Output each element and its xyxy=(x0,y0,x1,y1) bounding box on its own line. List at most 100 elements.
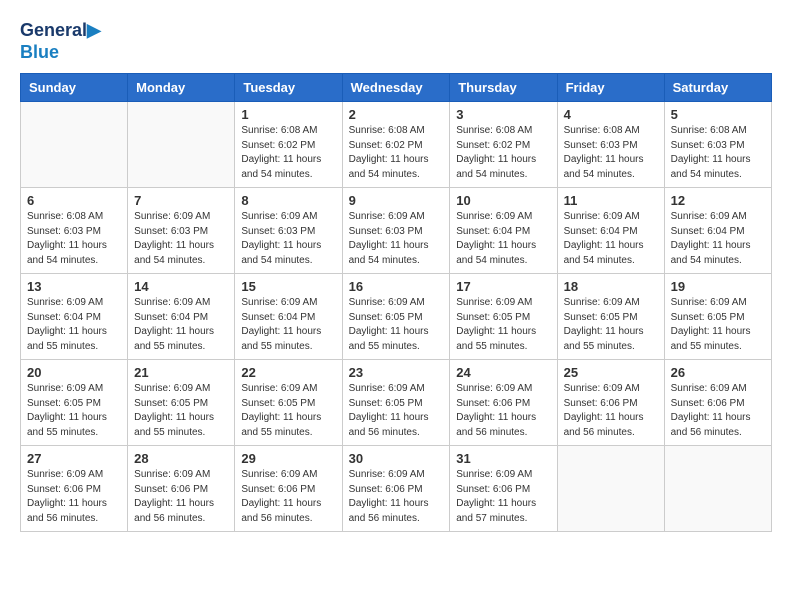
calendar-day-cell: 26 Sunrise: 6:09 AM Sunset: 6:06 PM Dayli… xyxy=(664,360,771,446)
calendar-day-cell: 9 Sunrise: 6:09 AM Sunset: 6:03 PM Daylig… xyxy=(342,188,450,274)
weekday-header-wednesday: Wednesday xyxy=(342,74,450,102)
day-number: 19 xyxy=(671,279,765,294)
day-number: 29 xyxy=(241,451,335,466)
day-info: Sunrise: 6:09 AM Sunset: 6:04 PM Dayligh… xyxy=(27,296,121,354)
day-info: Sunrise: 6:09 AM Sunset: 6:04 PM Dayligh… xyxy=(671,210,765,268)
day-number: 18 xyxy=(564,279,658,294)
day-info: Sunrise: 6:08 AM Sunset: 6:02 PM Dayligh… xyxy=(349,124,444,182)
day-number: 15 xyxy=(241,279,335,294)
calendar-week-row: 27 Sunrise: 6:09 AM Sunset: 6:06 PM Dayli… xyxy=(21,446,772,532)
day-number: 28 xyxy=(134,451,228,466)
weekday-header-sunday: Sunday xyxy=(21,74,128,102)
day-info: Sunrise: 6:09 AM Sunset: 6:06 PM Dayligh… xyxy=(27,468,121,526)
day-number: 7 xyxy=(134,193,228,208)
weekday-header-monday: Monday xyxy=(128,74,235,102)
calendar-day-cell: 23 Sunrise: 6:09 AM Sunset: 6:05 PM Dayli… xyxy=(342,360,450,446)
day-info: Sunrise: 6:09 AM Sunset: 6:06 PM Dayligh… xyxy=(241,468,335,526)
weekday-header-saturday: Saturday xyxy=(664,74,771,102)
day-number: 10 xyxy=(456,193,550,208)
day-info: Sunrise: 6:09 AM Sunset: 6:03 PM Dayligh… xyxy=(349,210,444,268)
day-number: 21 xyxy=(134,365,228,380)
day-number: 30 xyxy=(349,451,444,466)
day-info: Sunrise: 6:09 AM Sunset: 6:04 PM Dayligh… xyxy=(564,210,658,268)
calendar-day-cell: 14 Sunrise: 6:09 AM Sunset: 6:04 PM Dayli… xyxy=(128,274,235,360)
day-number: 22 xyxy=(241,365,335,380)
calendar-day-cell: 6 Sunrise: 6:08 AM Sunset: 6:03 PM Daylig… xyxy=(21,188,128,274)
day-number: 4 xyxy=(564,107,658,122)
page-header: General▶ Blue xyxy=(20,20,772,63)
calendar-day-cell: 30 Sunrise: 6:09 AM Sunset: 6:06 PM Dayli… xyxy=(342,446,450,532)
calendar-day-cell: 27 Sunrise: 6:09 AM Sunset: 6:06 PM Dayli… xyxy=(21,446,128,532)
day-number: 20 xyxy=(27,365,121,380)
day-info: Sunrise: 6:08 AM Sunset: 6:02 PM Dayligh… xyxy=(241,124,335,182)
calendar-day-cell: 11 Sunrise: 6:09 AM Sunset: 6:04 PM Dayli… xyxy=(557,188,664,274)
day-info: Sunrise: 6:09 AM Sunset: 6:04 PM Dayligh… xyxy=(241,296,335,354)
calendar-day-cell xyxy=(128,102,235,188)
day-info: Sunrise: 6:09 AM Sunset: 6:04 PM Dayligh… xyxy=(134,296,228,354)
calendar-day-cell: 20 Sunrise: 6:09 AM Sunset: 6:05 PM Dayli… xyxy=(21,360,128,446)
day-info: Sunrise: 6:09 AM Sunset: 6:03 PM Dayligh… xyxy=(134,210,228,268)
calendar-day-cell: 5 Sunrise: 6:08 AM Sunset: 6:03 PM Daylig… xyxy=(664,102,771,188)
day-number: 14 xyxy=(134,279,228,294)
calendar-day-cell xyxy=(664,446,771,532)
day-number: 8 xyxy=(241,193,335,208)
day-number: 26 xyxy=(671,365,765,380)
calendar-day-cell: 19Sunrise: 6:09 AM Sunset: 6:05 PM Dayli… xyxy=(664,274,771,360)
calendar-day-cell: 25 Sunrise: 6:09 AM Sunset: 6:06 PM Dayli… xyxy=(557,360,664,446)
weekday-header-tuesday: Tuesday xyxy=(235,74,342,102)
day-number: 2 xyxy=(349,107,444,122)
day-info: Sunrise: 6:09 AM Sunset: 6:05 PM Dayligh… xyxy=(349,296,444,354)
day-number: 9 xyxy=(349,193,444,208)
calendar-day-cell: 13 Sunrise: 6:09 AM Sunset: 6:04 PM Dayli… xyxy=(21,274,128,360)
calendar-day-cell xyxy=(557,446,664,532)
day-info: Sunrise: 6:09 AM Sunset: 6:06 PM Dayligh… xyxy=(564,382,658,440)
day-info: Sunrise: 6:09 AM Sunset: 6:05 PM Dayligh… xyxy=(241,382,335,440)
calendar-week-row: 20 Sunrise: 6:09 AM Sunset: 6:05 PM Dayli… xyxy=(21,360,772,446)
day-number: 31 xyxy=(456,451,550,466)
day-number: 25 xyxy=(564,365,658,380)
day-info: Sunrise: 6:09 AM Sunset: 6:04 PM Dayligh… xyxy=(456,210,550,268)
calendar-day-cell: 1Sunrise: 6:08 AM Sunset: 6:02 PM Daylig… xyxy=(235,102,342,188)
day-info: Sunrise: 6:09 AM Sunset: 6:05 PM Dayligh… xyxy=(456,296,550,354)
day-info: Sunrise: 6:09 AM Sunset: 6:05 PM Dayligh… xyxy=(27,382,121,440)
calendar-day-cell: 8 Sunrise: 6:09 AM Sunset: 6:03 PM Daylig… xyxy=(235,188,342,274)
calendar-day-cell: 21 Sunrise: 6:09 AM Sunset: 6:05 PM Dayli… xyxy=(128,360,235,446)
day-number: 3 xyxy=(456,107,550,122)
calendar-day-cell: 31 Sunrise: 6:09 AM Sunset: 6:06 PM Dayli… xyxy=(450,446,557,532)
day-number: 11 xyxy=(564,193,658,208)
calendar-day-cell: 22 Sunrise: 6:09 AM Sunset: 6:05 PM Dayli… xyxy=(235,360,342,446)
day-info: Sunrise: 6:09 AM Sunset: 6:03 PM Dayligh… xyxy=(241,210,335,268)
weekday-header-friday: Friday xyxy=(557,74,664,102)
calendar-day-cell: 4 Sunrise: 6:08 AM Sunset: 6:03 PM Daylig… xyxy=(557,102,664,188)
day-info: Sunrise: 6:08 AM Sunset: 6:03 PM Dayligh… xyxy=(564,124,658,182)
day-info: Sunrise: 6:08 AM Sunset: 6:03 PM Dayligh… xyxy=(27,210,121,268)
weekday-header-thursday: Thursday xyxy=(450,74,557,102)
day-number: 5 xyxy=(671,107,765,122)
day-info: Sunrise: 6:09 AM Sunset: 6:06 PM Dayligh… xyxy=(134,468,228,526)
calendar-day-cell: 15 Sunrise: 6:09 AM Sunset: 6:04 PM Dayli… xyxy=(235,274,342,360)
day-number: 6 xyxy=(27,193,121,208)
calendar-day-cell: 3Sunrise: 6:08 AM Sunset: 6:02 PM Daylig… xyxy=(450,102,557,188)
day-number: 16 xyxy=(349,279,444,294)
calendar-week-row: 6 Sunrise: 6:08 AM Sunset: 6:03 PM Daylig… xyxy=(21,188,772,274)
day-info: Sunrise: 6:09 AM Sunset: 6:06 PM Dayligh… xyxy=(671,382,765,440)
day-info: Sunrise: 6:09 AM Sunset: 6:06 PM Dayligh… xyxy=(349,468,444,526)
calendar-day-cell: 17 Sunrise: 6:09 AM Sunset: 6:05 PM Dayli… xyxy=(450,274,557,360)
calendar-day-cell: 18 Sunrise: 6:09 AM Sunset: 6:05 PM Dayli… xyxy=(557,274,664,360)
day-info: Sunrise: 6:08 AM Sunset: 6:03 PM Dayligh… xyxy=(671,124,765,182)
day-number: 24 xyxy=(456,365,550,380)
day-info: Sunrise: 6:09 AM Sunset: 6:05 PM Dayligh… xyxy=(134,382,228,440)
day-number: 27 xyxy=(27,451,121,466)
day-number: 23 xyxy=(349,365,444,380)
day-info: Sunrise: 6:09 AM Sunset: 6:06 PM Dayligh… xyxy=(456,468,550,526)
calendar-day-cell: 7 Sunrise: 6:09 AM Sunset: 6:03 PM Daylig… xyxy=(128,188,235,274)
calendar-week-row: 1Sunrise: 6:08 AM Sunset: 6:02 PM Daylig… xyxy=(21,102,772,188)
calendar-day-cell: 16 Sunrise: 6:09 AM Sunset: 6:05 PM Dayli… xyxy=(342,274,450,360)
day-number: 17 xyxy=(456,279,550,294)
day-number: 13 xyxy=(27,279,121,294)
calendar-day-cell: 24Sunrise: 6:09 AM Sunset: 6:06 PM Dayli… xyxy=(450,360,557,446)
weekday-header-row: SundayMondayTuesdayWednesdayThursdayFrid… xyxy=(21,74,772,102)
calendar-table: SundayMondayTuesdayWednesdayThursdayFrid… xyxy=(20,73,772,532)
day-info: Sunrise: 6:09 AM Sunset: 6:05 PM Dayligh… xyxy=(349,382,444,440)
day-info: Sunrise: 6:09 AM Sunset: 6:05 PM Dayligh… xyxy=(564,296,658,354)
